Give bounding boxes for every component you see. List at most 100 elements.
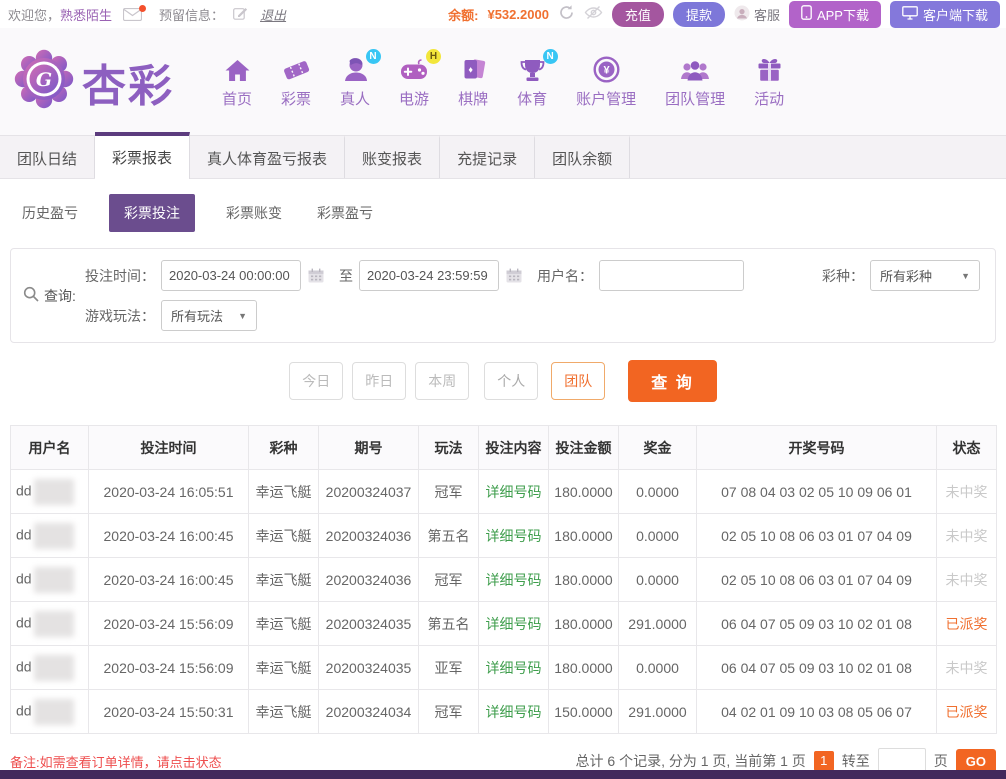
home-icon xyxy=(224,55,251,83)
nav-item-team[interactable]: 团队管理 xyxy=(665,55,725,109)
status-cell[interactable]: 未中奖 xyxy=(937,514,997,558)
yesterday-button[interactable]: 昨日 xyxy=(352,362,406,400)
nav-label: 棋牌 xyxy=(458,88,488,109)
play-type-label: 游戏玩法： xyxy=(85,306,155,326)
logo-emblem-icon: G xyxy=(14,49,74,114)
cell-lottery: 幸运飞艇 xyxy=(249,646,319,690)
subtab-history-pl[interactable]: 历史盈亏 xyxy=(18,194,82,232)
cell-play: 第五名 xyxy=(419,514,479,558)
topbar: 欢迎您，熟悉陌生 预留信息： 退出 余额: ¥532.2000 充值 提款 xyxy=(0,0,1006,28)
customer-service-label: 客服 xyxy=(754,5,780,24)
col-bet-time: 投注时间 xyxy=(89,426,249,470)
tab-lottery-report[interactable]: 彩票报表 xyxy=(95,132,190,179)
search-button[interactable]: 查 询 xyxy=(628,360,716,402)
cell-lottery: 幸运飞艇 xyxy=(249,558,319,602)
bet-time-label: 投注时间： xyxy=(85,266,155,286)
nav-item-chess[interactable]: ♦ 棋牌 xyxy=(458,55,488,109)
cell-draw-numbers: 02 05 10 08 06 03 01 07 04 09 xyxy=(697,514,937,558)
cell-play: 冠军 xyxy=(419,470,479,514)
avatar-icon xyxy=(734,5,750,24)
nav-label: 电游 xyxy=(399,88,429,109)
current-page-button[interactable]: 1 xyxy=(814,751,834,771)
team-button[interactable]: 团队 xyxy=(551,362,605,400)
cell-bet-time: 2020-03-24 15:50:31 xyxy=(89,690,249,734)
customer-service-link[interactable]: 客服 xyxy=(734,5,780,24)
play-type-select[interactable]: 所有玩法 ▼ xyxy=(161,300,257,331)
to-label: 至 xyxy=(339,266,353,286)
edit-icon[interactable] xyxy=(233,6,247,23)
cell-lottery: 幸运飞艇 xyxy=(249,690,319,734)
withdraw-button[interactable]: 提款 xyxy=(673,2,725,27)
monitor-icon xyxy=(902,6,918,23)
nav-item-sports[interactable]: N 体育 xyxy=(517,55,547,109)
logout-link[interactable]: 退出 xyxy=(260,5,286,24)
status-cell[interactable]: 已派奖 xyxy=(937,602,997,646)
cell-username: dd xyxy=(11,470,89,514)
today-button[interactable]: 今日 xyxy=(289,362,343,400)
deposit-button[interactable]: 充值 xyxy=(612,2,664,27)
hide-balance-icon[interactable] xyxy=(584,5,603,23)
filter-row: 今日 昨日 本周 个人 团队 查 询 xyxy=(0,360,1006,402)
username-visible: dd xyxy=(16,482,32,498)
this-week-button[interactable]: 本周 xyxy=(415,362,469,400)
client-download-button[interactable]: 客户端下载 xyxy=(890,1,1000,28)
table-row: dd2020-03-24 16:05:51幸运飞艇20200324037冠军详细… xyxy=(11,470,997,514)
cell-draw-numbers: 06 04 07 05 09 03 10 02 01 08 xyxy=(697,646,937,690)
personal-button[interactable]: 个人 xyxy=(484,362,538,400)
detail-numbers-link[interactable]: 详细号码 xyxy=(486,704,542,720)
cell-draw-numbers: 06 04 07 05 09 03 10 02 01 08 xyxy=(697,602,937,646)
app-download-button[interactable]: APP下载 xyxy=(789,1,881,28)
detail-numbers-link[interactable]: 详细号码 xyxy=(486,660,542,676)
redacted-username xyxy=(34,523,74,549)
nav-item-egames[interactable]: H 电游 xyxy=(399,55,429,109)
caret-down-icon: ▼ xyxy=(961,271,970,281)
calendar-icon[interactable] xyxy=(506,268,522,283)
cell-username: dd xyxy=(11,690,89,734)
phone-icon xyxy=(801,5,812,23)
tab-team-balance[interactable]: 团队余额 xyxy=(535,135,630,178)
subtab-lottery-bets[interactable]: 彩票投注 xyxy=(109,194,195,232)
username-visible: dd xyxy=(16,526,32,542)
mail-icon[interactable] xyxy=(123,8,142,21)
tab-deposit-withdraw-log[interactable]: 充提记录 xyxy=(440,135,535,178)
calendar-icon[interactable] xyxy=(308,268,324,283)
detail-numbers-link[interactable]: 详细号码 xyxy=(486,528,542,544)
detail-numbers-link[interactable]: 详细号码 xyxy=(486,616,542,632)
site-logo[interactable]: G 杏彩 xyxy=(14,49,222,114)
lottery-type-select[interactable]: 所有彩种 ▼ xyxy=(870,260,980,291)
tab-team-daily[interactable]: 团队日结 xyxy=(0,135,95,178)
nav-label: 彩票 xyxy=(281,88,311,109)
status-cell[interactable]: 未中奖 xyxy=(937,646,997,690)
balance-label: 余额: xyxy=(448,5,478,24)
detail-numbers-link[interactable]: 详细号码 xyxy=(486,484,542,500)
status-cell[interactable]: 已派奖 xyxy=(937,690,997,734)
status-cell[interactable]: 未中奖 xyxy=(937,558,997,602)
tab-live-sports-report[interactable]: 真人体育盈亏报表 xyxy=(190,135,345,178)
cell-bet-content: 详细号码 xyxy=(479,558,549,602)
status-cell[interactable]: 未中奖 xyxy=(937,470,997,514)
subtab-lottery-account-change[interactable]: 彩票账变 xyxy=(222,194,286,232)
subtab-lottery-pl[interactable]: 彩票盈亏 xyxy=(313,194,377,232)
username-input[interactable] xyxy=(599,260,744,291)
nav-item-activity[interactable]: 活动 xyxy=(754,55,784,109)
nav-item-home[interactable]: 首页 xyxy=(222,55,252,109)
nav-label: 真人 xyxy=(340,88,370,109)
refresh-icon[interactable] xyxy=(558,4,575,24)
unread-dot xyxy=(139,5,146,12)
new-badge: N xyxy=(543,49,558,64)
cell-bet-time: 2020-03-24 16:05:51 xyxy=(89,470,249,514)
col-username: 用户名 xyxy=(11,426,89,470)
cell-bet-content: 详细号码 xyxy=(479,514,549,558)
search-icon xyxy=(23,286,39,305)
detail-numbers-link[interactable]: 详细号码 xyxy=(486,572,542,588)
nav-item-live[interactable]: N 真人 xyxy=(340,55,370,109)
tab-account-change-report[interactable]: 账变报表 xyxy=(345,135,440,178)
footer-note: 备注:如需查看订单详情，请点击状态 xyxy=(10,752,222,771)
nav-item-account[interactable]: ¥ 账户管理 xyxy=(576,55,636,109)
gamepad-icon: H xyxy=(399,55,429,83)
time-from-input[interactable] xyxy=(161,260,301,291)
time-to-input[interactable] xyxy=(359,260,499,291)
cell-issue: 20200324035 xyxy=(319,602,419,646)
cell-prize: 0.0000 xyxy=(619,514,697,558)
nav-item-lottery[interactable]: 彩票 xyxy=(281,55,311,109)
